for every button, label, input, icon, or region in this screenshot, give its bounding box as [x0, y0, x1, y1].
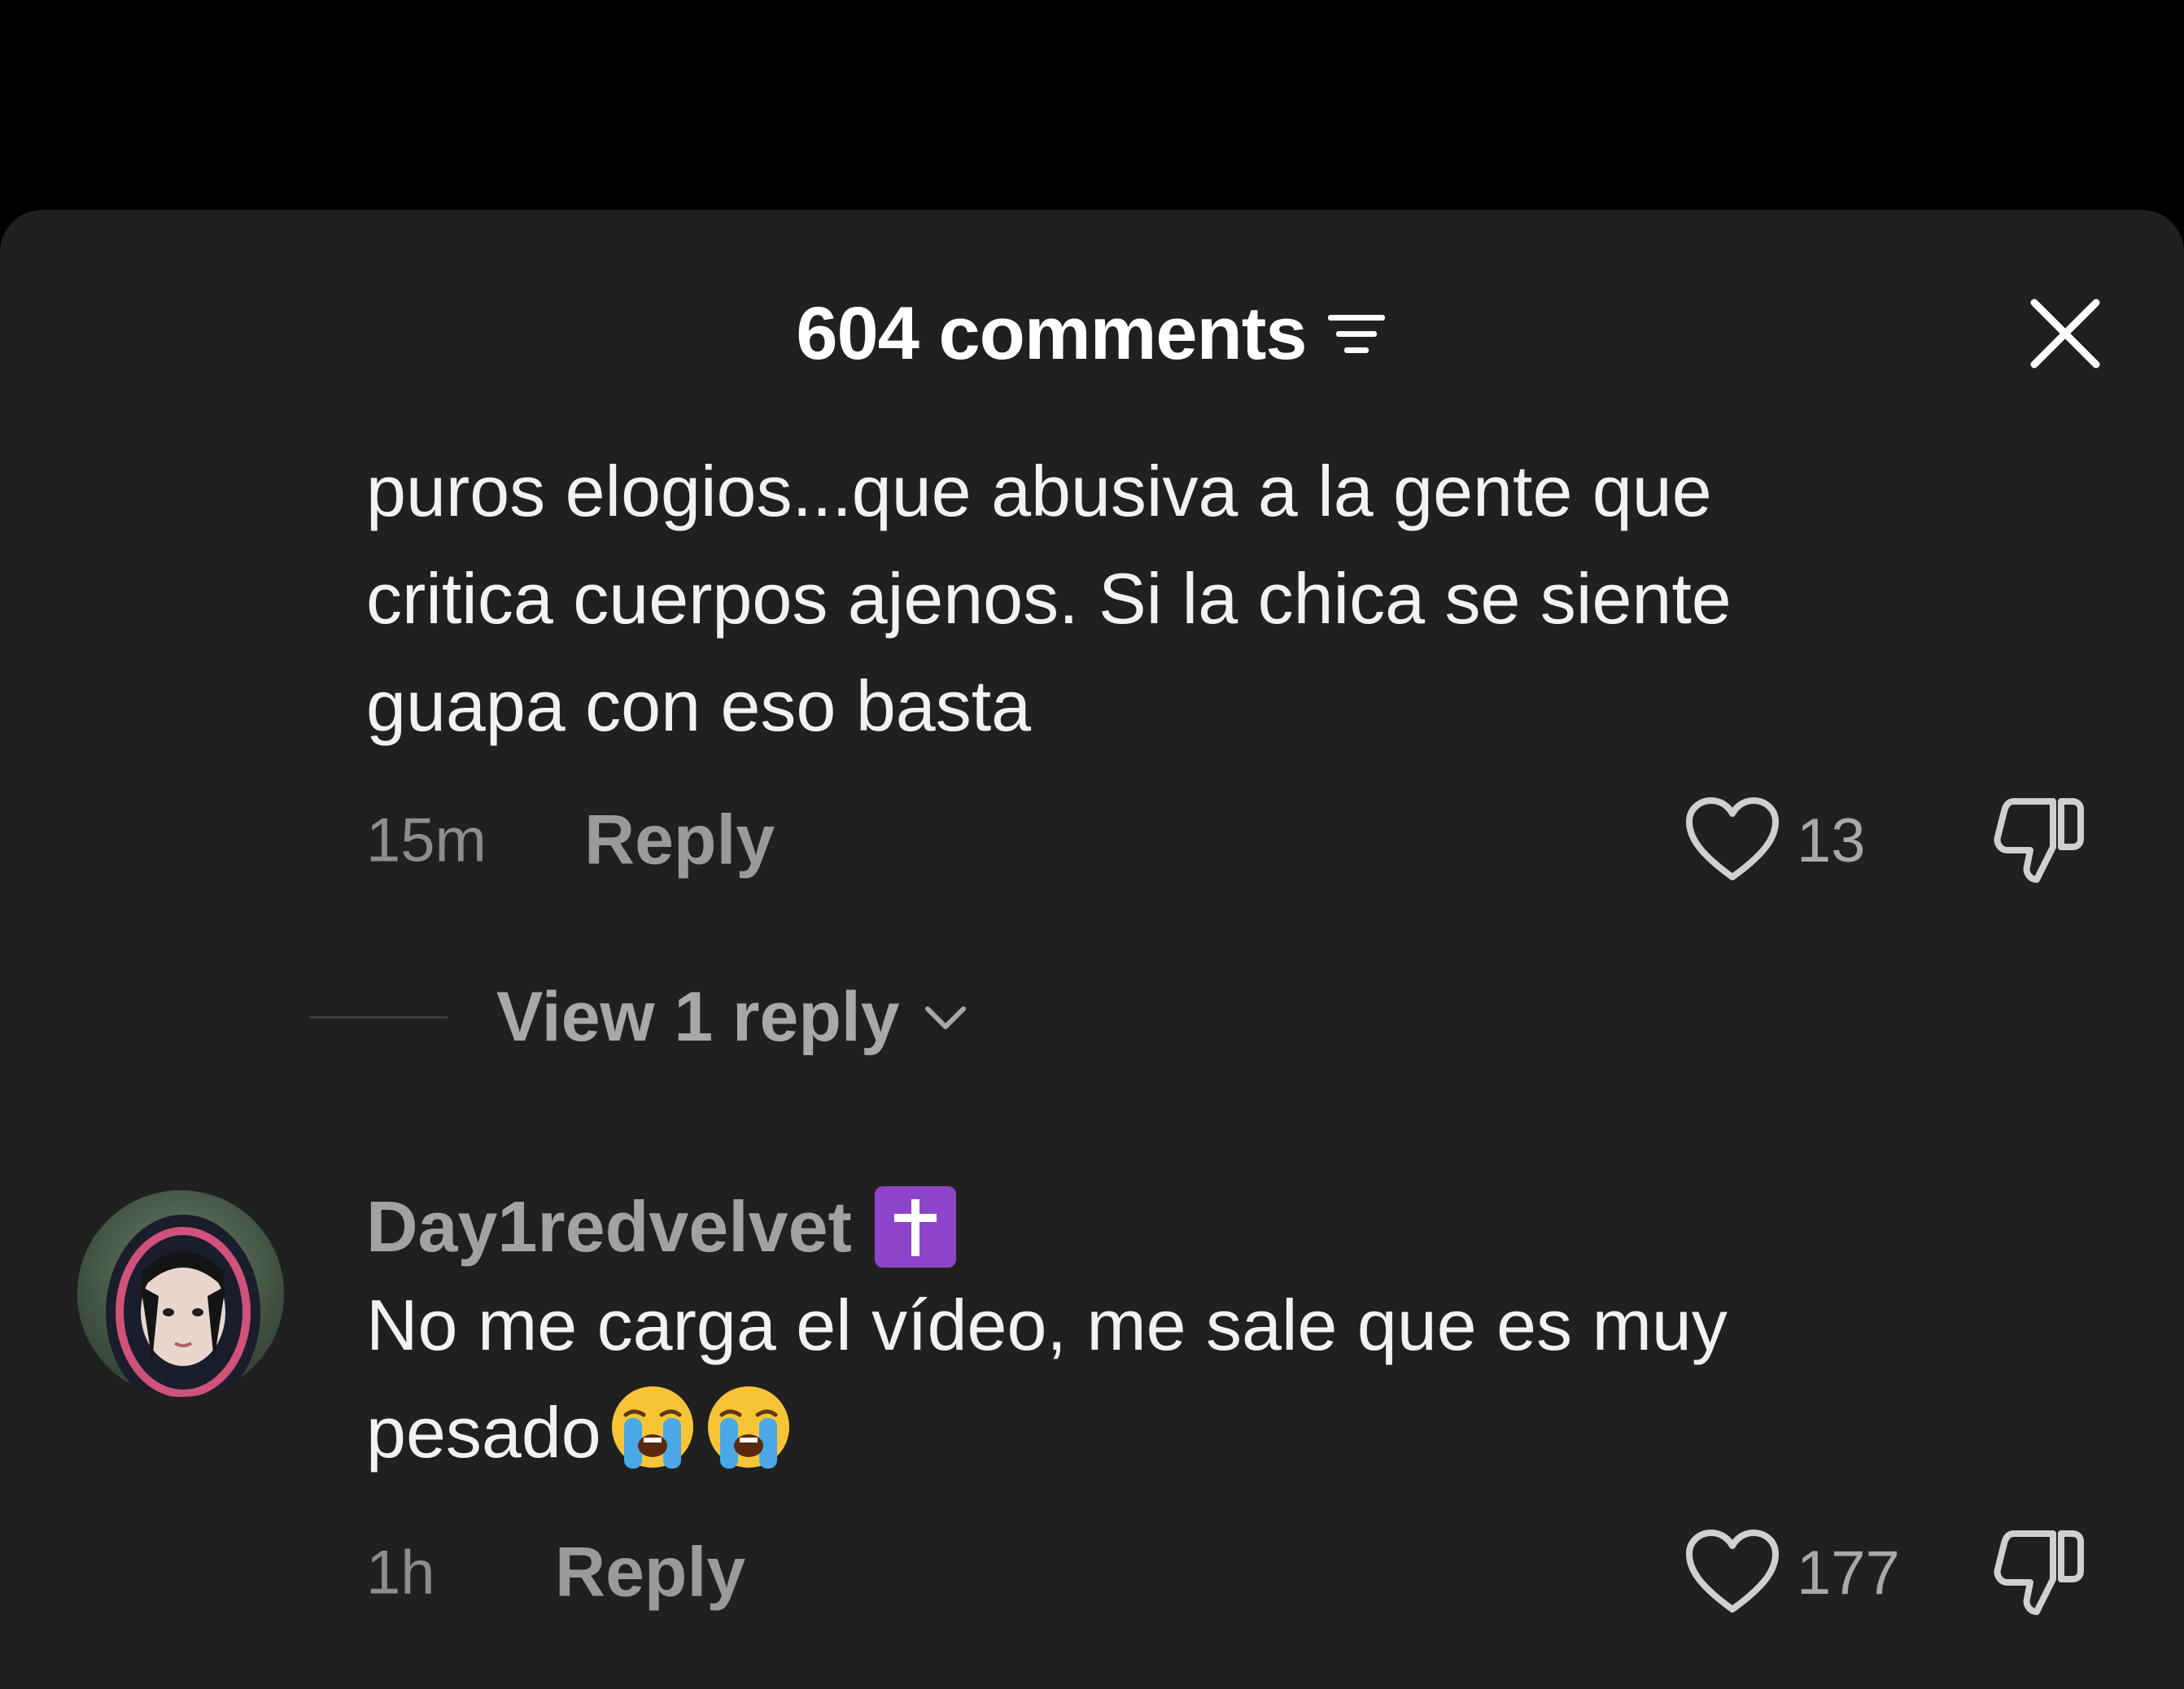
dislike-icon[interactable] — [1990, 1524, 2087, 1621]
like-count: 177 — [1797, 1538, 1900, 1608]
username[interactable]: Day1redvelvet — [366, 1185, 852, 1268]
comment-text: puros elogios...que abusiva a la gente q… — [366, 451, 1732, 746]
comments-count-title: 604 comments — [796, 291, 1307, 375]
heart-icon — [1686, 1530, 1779, 1613]
comment-text: No me carga el vídeo, me sale que es muy… — [366, 1272, 2116, 1486]
comment-actions: 1h Reply 177 — [366, 1528, 2116, 1617]
comment-time: 1h — [366, 1538, 435, 1608]
avatar[interactable] — [77, 1190, 284, 1397]
loudly-crying-face-icon — [611, 1386, 693, 1469]
comments-sheet: 604 comments puros elogios...que abusiva… — [0, 210, 2184, 1689]
reply-button[interactable]: Reply — [555, 1533, 745, 1613]
cross-badge — [874, 1186, 956, 1268]
heart-icon — [1686, 797, 1779, 880]
view-replies-button[interactable]: View 1 reply — [309, 972, 970, 1062]
avatar-image — [77, 1190, 284, 1397]
close-button[interactable] — [2025, 293, 2106, 374]
filter-icon[interactable] — [1325, 305, 1388, 362]
like-button[interactable]: 177 — [1684, 1528, 1900, 1617]
reply-button[interactable]: Reply — [584, 801, 775, 881]
chevron-down-icon — [924, 1006, 966, 1029]
view-replies-label: View 1 reply — [496, 977, 900, 1056]
cross-icon — [893, 1199, 937, 1256]
dislike-icon[interactable] — [1990, 792, 2087, 889]
loudly-crying-face-icon — [707, 1386, 789, 1469]
comment-actions: 15m Reply 13 — [366, 796, 2116, 885]
close-icon — [2030, 299, 2100, 369]
comment-body: No me carga el vídeo, me sale que es muy… — [366, 1285, 1728, 1473]
comment-author-row: Day1redvelvet — [366, 1178, 956, 1276]
like-count: 13 — [1797, 805, 1866, 875]
comments-header: 604 comments — [0, 285, 2184, 382]
thread-divider — [309, 1015, 448, 1019]
comment-time: 15m — [366, 805, 487, 875]
like-button[interactable]: 13 — [1684, 796, 1866, 885]
